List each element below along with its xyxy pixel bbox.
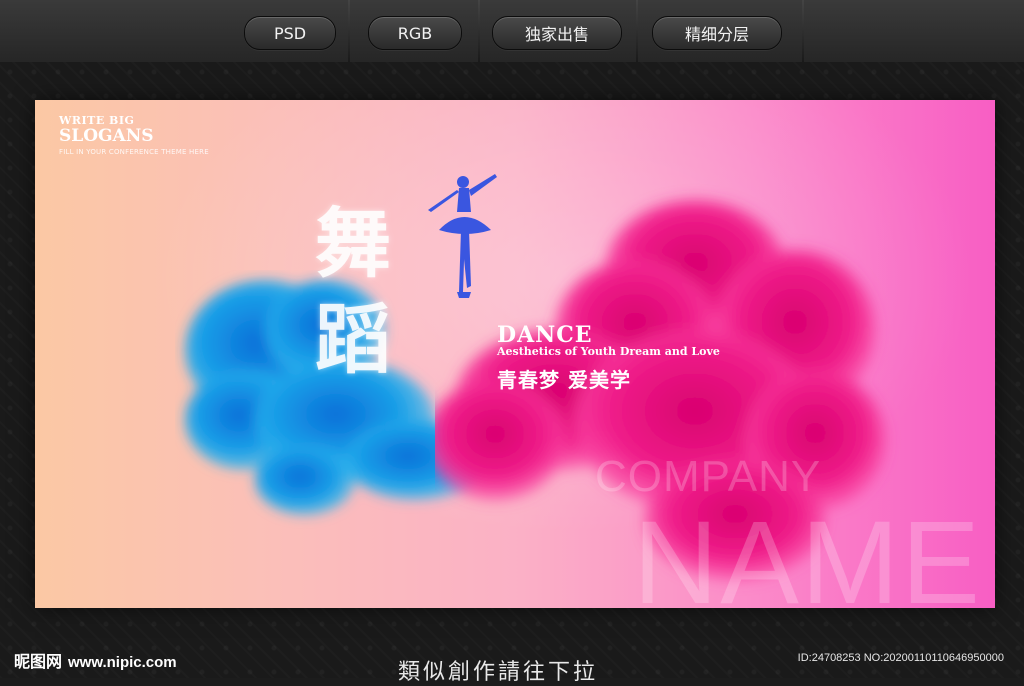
scroll-hint: 類似創作請往下拉 (398, 660, 599, 685)
toolbar-divider (348, 0, 350, 62)
calligraphy-text: 舞蹈 (315, 199, 391, 384)
dance-subtitle: Aesthetics of Youth Dream and Love (497, 345, 720, 358)
name-watermark: NAME (633, 497, 982, 608)
top-toolbar: PSD RGB 独家出售 精细分层 (0, 0, 1024, 63)
toolbar-divider (478, 0, 480, 62)
slogan-main: SLOGANS (59, 126, 154, 146)
toolbar-divider (802, 0, 804, 62)
rgb-badge[interactable]: RGB (368, 16, 462, 50)
toolbar-divider (636, 0, 638, 62)
nipic-site-link[interactable]: www.nipic.com (68, 654, 177, 671)
fine-layers-badge[interactable]: 精细分层 (652, 16, 782, 50)
ballerina-icon (428, 174, 497, 298)
exclusive-sale-badge[interactable]: 独家出售 (492, 16, 622, 50)
company-watermark: COMPANY (595, 452, 822, 501)
dance-poster[interactable]: WRITE BIG SLOGANS FILL IN YOUR CONFERENC… (35, 100, 995, 608)
nipic-logo[interactable]: 昵图网 www.nipic.com (14, 648, 177, 672)
psd-badge[interactable]: PSD (244, 16, 336, 50)
nipic-logo-text: 昵图网 (14, 652, 63, 671)
chinese-tagline: 青春梦 爱美学 (497, 368, 631, 392)
image-id: ID:24708253 NO:20200110110646950000 (797, 652, 1004, 664)
slogan-sub: FILL IN YOUR CONFERENCE THEME HERE (59, 148, 209, 156)
